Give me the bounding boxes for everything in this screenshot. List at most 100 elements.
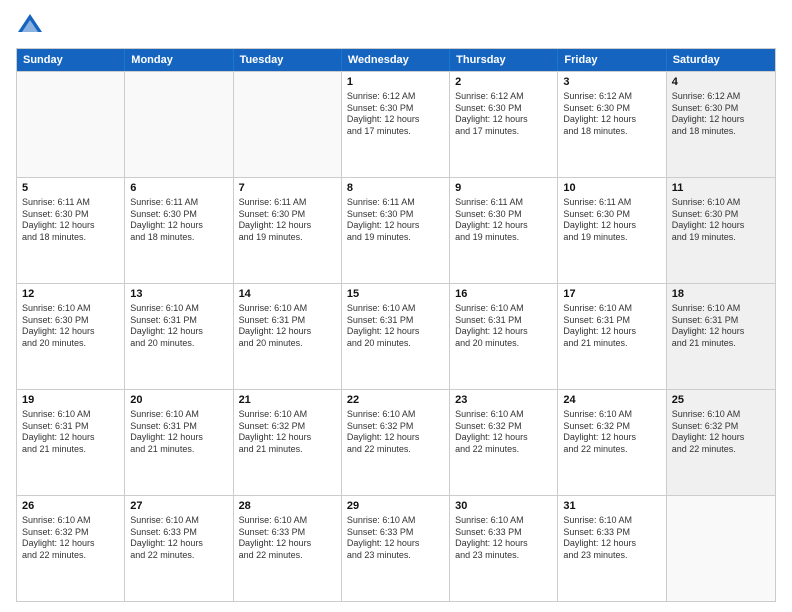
day-number: 2 [455, 75, 552, 90]
calendar-cell-22: 22Sunrise: 6:10 AMSunset: 6:32 PMDayligh… [342, 390, 450, 495]
calendar-row-1: 5Sunrise: 6:11 AMSunset: 6:30 PMDaylight… [17, 177, 775, 283]
cell-info: Sunrise: 6:10 AMSunset: 6:32 PMDaylight:… [22, 515, 119, 562]
day-number: 15 [347, 287, 444, 302]
calendar-cell-31: 31Sunrise: 6:10 AMSunset: 6:33 PMDayligh… [558, 496, 666, 601]
logo-icon [16, 12, 44, 40]
calendar-cell-3: 3Sunrise: 6:12 AMSunset: 6:30 PMDaylight… [558, 72, 666, 177]
calendar-cell-21: 21Sunrise: 6:10 AMSunset: 6:32 PMDayligh… [234, 390, 342, 495]
day-number: 20 [130, 393, 227, 408]
calendar-cell-6: 6Sunrise: 6:11 AMSunset: 6:30 PMDaylight… [125, 178, 233, 283]
cell-info: Sunrise: 6:10 AMSunset: 6:31 PMDaylight:… [563, 303, 660, 350]
header-day-thursday: Thursday [450, 49, 558, 71]
day-number: 13 [130, 287, 227, 302]
calendar-cell-23: 23Sunrise: 6:10 AMSunset: 6:32 PMDayligh… [450, 390, 558, 495]
day-number: 29 [347, 499, 444, 514]
cell-info: Sunrise: 6:11 AMSunset: 6:30 PMDaylight:… [239, 197, 336, 244]
day-number: 5 [22, 181, 119, 196]
cell-info: Sunrise: 6:10 AMSunset: 6:33 PMDaylight:… [563, 515, 660, 562]
header-day-saturday: Saturday [667, 49, 775, 71]
day-number: 1 [347, 75, 444, 90]
day-number: 24 [563, 393, 660, 408]
calendar-cell-17: 17Sunrise: 6:10 AMSunset: 6:31 PMDayligh… [558, 284, 666, 389]
day-number: 18 [672, 287, 770, 302]
cell-info: Sunrise: 6:10 AMSunset: 6:31 PMDaylight:… [672, 303, 770, 350]
day-number: 23 [455, 393, 552, 408]
logo [16, 12, 48, 40]
day-number: 9 [455, 181, 552, 196]
page: SundayMondayTuesdayWednesdayThursdayFrid… [0, 0, 792, 612]
header-day-friday: Friday [558, 49, 666, 71]
header [16, 12, 776, 40]
calendar-row-0: 1Sunrise: 6:12 AMSunset: 6:30 PMDaylight… [17, 71, 775, 177]
calendar-cell-5: 5Sunrise: 6:11 AMSunset: 6:30 PMDaylight… [17, 178, 125, 283]
calendar-cell-27: 27Sunrise: 6:10 AMSunset: 6:33 PMDayligh… [125, 496, 233, 601]
cell-info: Sunrise: 6:10 AMSunset: 6:31 PMDaylight:… [130, 409, 227, 456]
header-day-sunday: Sunday [17, 49, 125, 71]
calendar-cell-26: 26Sunrise: 6:10 AMSunset: 6:32 PMDayligh… [17, 496, 125, 601]
day-number: 22 [347, 393, 444, 408]
cell-info: Sunrise: 6:10 AMSunset: 6:32 PMDaylight:… [563, 409, 660, 456]
calendar-cell-1: 1Sunrise: 6:12 AMSunset: 6:30 PMDaylight… [342, 72, 450, 177]
cell-info: Sunrise: 6:10 AMSunset: 6:31 PMDaylight:… [347, 303, 444, 350]
calendar-cell-empty [667, 496, 775, 601]
day-number: 17 [563, 287, 660, 302]
day-number: 8 [347, 181, 444, 196]
day-number: 19 [22, 393, 119, 408]
day-number: 21 [239, 393, 336, 408]
calendar-header: SundayMondayTuesdayWednesdayThursdayFrid… [17, 49, 775, 71]
calendar: SundayMondayTuesdayWednesdayThursdayFrid… [16, 48, 776, 602]
calendar-cell-9: 9Sunrise: 6:11 AMSunset: 6:30 PMDaylight… [450, 178, 558, 283]
header-day-wednesday: Wednesday [342, 49, 450, 71]
day-number: 12 [22, 287, 119, 302]
calendar-cell-12: 12Sunrise: 6:10 AMSunset: 6:30 PMDayligh… [17, 284, 125, 389]
day-number: 11 [672, 181, 770, 196]
cell-info: Sunrise: 6:11 AMSunset: 6:30 PMDaylight:… [22, 197, 119, 244]
calendar-cell-7: 7Sunrise: 6:11 AMSunset: 6:30 PMDaylight… [234, 178, 342, 283]
day-number: 10 [563, 181, 660, 196]
cell-info: Sunrise: 6:10 AMSunset: 6:30 PMDaylight:… [22, 303, 119, 350]
calendar-cell-24: 24Sunrise: 6:10 AMSunset: 6:32 PMDayligh… [558, 390, 666, 495]
calendar-body: 1Sunrise: 6:12 AMSunset: 6:30 PMDaylight… [17, 71, 775, 601]
cell-info: Sunrise: 6:10 AMSunset: 6:33 PMDaylight:… [455, 515, 552, 562]
cell-info: Sunrise: 6:10 AMSunset: 6:31 PMDaylight:… [22, 409, 119, 456]
calendar-cell-20: 20Sunrise: 6:10 AMSunset: 6:31 PMDayligh… [125, 390, 233, 495]
calendar-row-3: 19Sunrise: 6:10 AMSunset: 6:31 PMDayligh… [17, 389, 775, 495]
day-number: 3 [563, 75, 660, 90]
calendar-cell-29: 29Sunrise: 6:10 AMSunset: 6:33 PMDayligh… [342, 496, 450, 601]
cell-info: Sunrise: 6:10 AMSunset: 6:32 PMDaylight:… [672, 409, 770, 456]
day-number: 28 [239, 499, 336, 514]
cell-info: Sunrise: 6:11 AMSunset: 6:30 PMDaylight:… [130, 197, 227, 244]
calendar-cell-16: 16Sunrise: 6:10 AMSunset: 6:31 PMDayligh… [450, 284, 558, 389]
day-number: 6 [130, 181, 227, 196]
calendar-cell-28: 28Sunrise: 6:10 AMSunset: 6:33 PMDayligh… [234, 496, 342, 601]
calendar-cell-4: 4Sunrise: 6:12 AMSunset: 6:30 PMDaylight… [667, 72, 775, 177]
header-day-monday: Monday [125, 49, 233, 71]
cell-info: Sunrise: 6:12 AMSunset: 6:30 PMDaylight:… [455, 91, 552, 138]
calendar-cell-25: 25Sunrise: 6:10 AMSunset: 6:32 PMDayligh… [667, 390, 775, 495]
day-number: 25 [672, 393, 770, 408]
cell-info: Sunrise: 6:11 AMSunset: 6:30 PMDaylight:… [563, 197, 660, 244]
cell-info: Sunrise: 6:10 AMSunset: 6:32 PMDaylight:… [455, 409, 552, 456]
cell-info: Sunrise: 6:10 AMSunset: 6:32 PMDaylight:… [347, 409, 444, 456]
day-number: 26 [22, 499, 119, 514]
calendar-cell-11: 11Sunrise: 6:10 AMSunset: 6:30 PMDayligh… [667, 178, 775, 283]
calendar-cell-13: 13Sunrise: 6:10 AMSunset: 6:31 PMDayligh… [125, 284, 233, 389]
cell-info: Sunrise: 6:10 AMSunset: 6:32 PMDaylight:… [239, 409, 336, 456]
day-number: 31 [563, 499, 660, 514]
cell-info: Sunrise: 6:12 AMSunset: 6:30 PMDaylight:… [347, 91, 444, 138]
day-number: 30 [455, 499, 552, 514]
calendar-cell-10: 10Sunrise: 6:11 AMSunset: 6:30 PMDayligh… [558, 178, 666, 283]
cell-info: Sunrise: 6:10 AMSunset: 6:33 PMDaylight:… [239, 515, 336, 562]
calendar-cell-30: 30Sunrise: 6:10 AMSunset: 6:33 PMDayligh… [450, 496, 558, 601]
day-number: 27 [130, 499, 227, 514]
calendar-row-4: 26Sunrise: 6:10 AMSunset: 6:32 PMDayligh… [17, 495, 775, 601]
calendar-cell-2: 2Sunrise: 6:12 AMSunset: 6:30 PMDaylight… [450, 72, 558, 177]
calendar-cell-14: 14Sunrise: 6:10 AMSunset: 6:31 PMDayligh… [234, 284, 342, 389]
calendar-cell-19: 19Sunrise: 6:10 AMSunset: 6:31 PMDayligh… [17, 390, 125, 495]
day-number: 16 [455, 287, 552, 302]
day-number: 4 [672, 75, 770, 90]
calendar-cell-18: 18Sunrise: 6:10 AMSunset: 6:31 PMDayligh… [667, 284, 775, 389]
cell-info: Sunrise: 6:10 AMSunset: 6:31 PMDaylight:… [455, 303, 552, 350]
calendar-row-2: 12Sunrise: 6:10 AMSunset: 6:30 PMDayligh… [17, 283, 775, 389]
calendar-cell-empty [234, 72, 342, 177]
